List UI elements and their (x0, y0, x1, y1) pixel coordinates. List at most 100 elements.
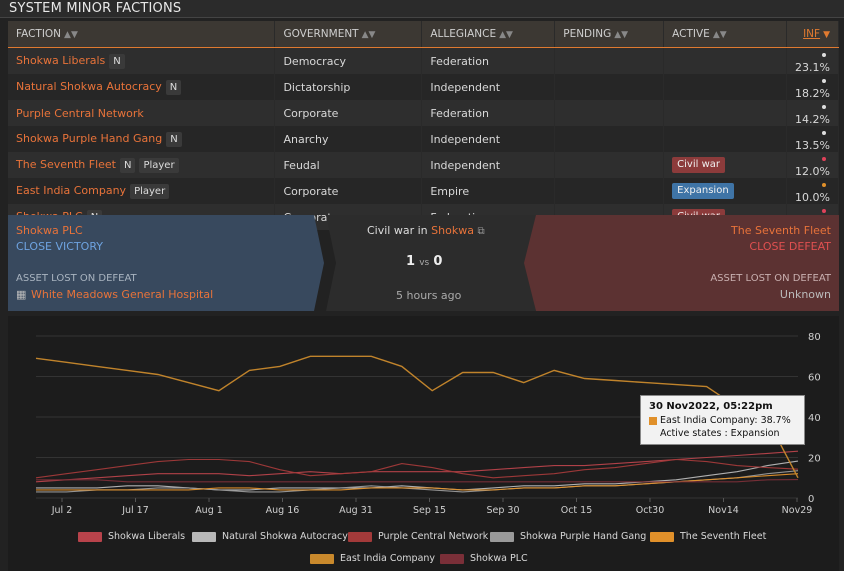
faction-link[interactable]: Shokwa Purple Hand Gang (16, 132, 162, 145)
score-right: 0 (433, 254, 443, 269)
cell-pending (554, 47, 665, 74)
x-tick-label: Aug 16 (266, 505, 300, 516)
cell-pending (554, 126, 665, 152)
active-state-badge: Expansion (672, 183, 734, 199)
cell-pending (554, 100, 665, 126)
cell-faction: Natural Shokwa Autocracy N (8, 74, 276, 100)
legend-swatch (310, 553, 334, 564)
faction-link[interactable]: Purple Central Network (16, 107, 144, 120)
cell-government: Corporate (274, 178, 423, 204)
sort-icon: ▲▼ (64, 30, 78, 40)
faction-link[interactable]: Shokwa Liberals (16, 54, 105, 67)
trend-dot-icon (822, 53, 826, 57)
sort-icon: ▲▼ (499, 30, 513, 40)
cell-allegiance: Empire (421, 178, 556, 204)
left-asset-link[interactable]: White Meadows General Hospital (31, 288, 213, 302)
sort-icon: ▲▼ (361, 30, 376, 40)
column-header-pending[interactable]: PENDING ▲▼ (554, 21, 665, 48)
column-label: PENDING (563, 28, 612, 40)
trend-dot-icon (822, 157, 826, 161)
cell-government: Anarchy (274, 126, 423, 152)
series-line (35, 450, 799, 483)
cell-pending (554, 74, 665, 100)
table-row[interactable]: Natural Shokwa Autocracy N Dictatorship Ind… (8, 74, 839, 100)
right-faction-link[interactable]: The Seventh Fleet (731, 224, 831, 238)
cell-faction: Shokwa Liberals N (8, 47, 276, 74)
cell-active (663, 126, 788, 152)
tooltip-title: 30 Nov2022, 05:22pm (649, 401, 773, 412)
x-tick-label: Oct30 (636, 505, 665, 516)
war-updated: 5 hours ago (396, 289, 462, 302)
legend-item[interactable]: Natural Shokwa Autocracy (192, 531, 348, 542)
series-line (35, 458, 799, 479)
cell-faction: Purple Central Network (8, 100, 276, 126)
cell-allegiance: Independent (421, 126, 556, 152)
tooltip-swatch (649, 417, 657, 425)
table-row[interactable]: The Seventh Fleet N Player Feudal Independen… (8, 152, 839, 178)
y-tick-label: 20 (808, 454, 821, 465)
cell-active (663, 47, 788, 74)
external-link-icon[interactable]: ⧉ (477, 226, 484, 237)
column-label: INF (803, 28, 821, 40)
influence-value: 13.5% (795, 139, 830, 152)
x-tick-label: Aug 1 (195, 505, 223, 516)
cell-faction: East India Company Player (8, 178, 276, 204)
cell-faction: Shokwa Purple Hand Gang N (8, 126, 276, 152)
column-header-faction[interactable]: FACTION ▲▼ (8, 21, 276, 48)
section-header: SYSTEM MINOR FACTIONS (0, 0, 844, 18)
x-tick-label: Sep 15 (413, 505, 446, 516)
influence-value: 12.0% (795, 165, 830, 178)
legend-item[interactable]: Shokwa Liberals (78, 531, 185, 542)
building-icon: ▦ (16, 288, 27, 301)
legend-item[interactable]: The Seventh Fleet (650, 531, 766, 542)
left-faction-link[interactable]: Shokwa PLC (16, 224, 83, 238)
column-header-active[interactable]: ACTIVE ▲▼ (663, 21, 788, 48)
cell-allegiance: Federation (421, 100, 556, 126)
column-label: GOVERNMENT (283, 28, 359, 40)
y-tick-label: 80 (808, 332, 821, 343)
trend-dot-icon (822, 105, 826, 109)
factions-table: FACTION ▲▼ GOVERNMENT ▲▼ ALLEGIANCE ▲▼ PEND… (8, 21, 839, 230)
column-header-government[interactable]: GOVERNMENT ▲▼ (274, 21, 423, 48)
table-row[interactable]: East India Company Player Corporate Empire E… (8, 178, 839, 204)
war-score: 1 vs 0 (406, 255, 442, 270)
cell-influence: 23.1% (786, 47, 839, 74)
legend-label: Shokwa Purple Hand Gang (520, 531, 647, 542)
faction-badge: Player (139, 157, 179, 173)
x-tick-label: Nov14 (708, 505, 739, 516)
table-row[interactable]: Purple Central Network Corporate Federatio… (8, 100, 839, 126)
legend-item[interactable]: Purple Central Network (348, 531, 488, 542)
cell-influence: 18.2% (786, 74, 839, 100)
tooltip-line1: East India Company: 38.7% (660, 415, 791, 426)
sort-desc-icon: ▼ (823, 30, 830, 40)
legend-item[interactable]: East India Company (310, 553, 435, 564)
legend-swatch (348, 531, 372, 542)
legend-item[interactable]: Shokwa PLC (440, 553, 528, 564)
column-header-allegiance[interactable]: ALLEGIANCE ▲▼ (421, 21, 556, 48)
legend-label: Natural Shokwa Autocracy (222, 531, 348, 542)
faction-link[interactable]: The Seventh Fleet (16, 158, 116, 171)
faction-link[interactable]: Natural Shokwa Autocracy (16, 80, 162, 93)
column-header-inf[interactable]: INF ▼ (786, 21, 839, 48)
table-row[interactable]: Shokwa Liberals N Democracy Federation 23.1% (8, 47, 839, 74)
cell-government: Democracy (274, 47, 423, 74)
trend-dot-icon (822, 183, 826, 187)
faction-badge: N (109, 53, 125, 69)
legend-label: The Seventh Fleet (680, 531, 767, 542)
war-heading: Civil war in Shokwa ⧉ (367, 224, 485, 239)
faction-link[interactable]: East India Company (16, 184, 126, 197)
faction-badge: N (165, 79, 182, 95)
cell-faction: The Seventh Fleet N Player (8, 152, 276, 178)
system-link[interactable]: Shokwa (431, 224, 474, 237)
x-tick-label: Oct 15 (561, 505, 593, 516)
legend-item[interactable]: Shokwa Purple Hand Gang (490, 531, 646, 542)
influence-value: 18.2% (795, 87, 830, 100)
x-tick-label: Sep 30 (486, 505, 519, 516)
trend-dot-icon (822, 79, 826, 83)
y-tick-label: 0 (808, 494, 814, 505)
header-divider (0, 17, 844, 18)
legend-label: Purple Central Network (378, 531, 489, 542)
x-tick-label: Jul 2 (51, 505, 73, 516)
table-row[interactable]: Shokwa Purple Hand Gang N Anarchy Independe… (8, 126, 839, 152)
cell-active (663, 74, 788, 100)
